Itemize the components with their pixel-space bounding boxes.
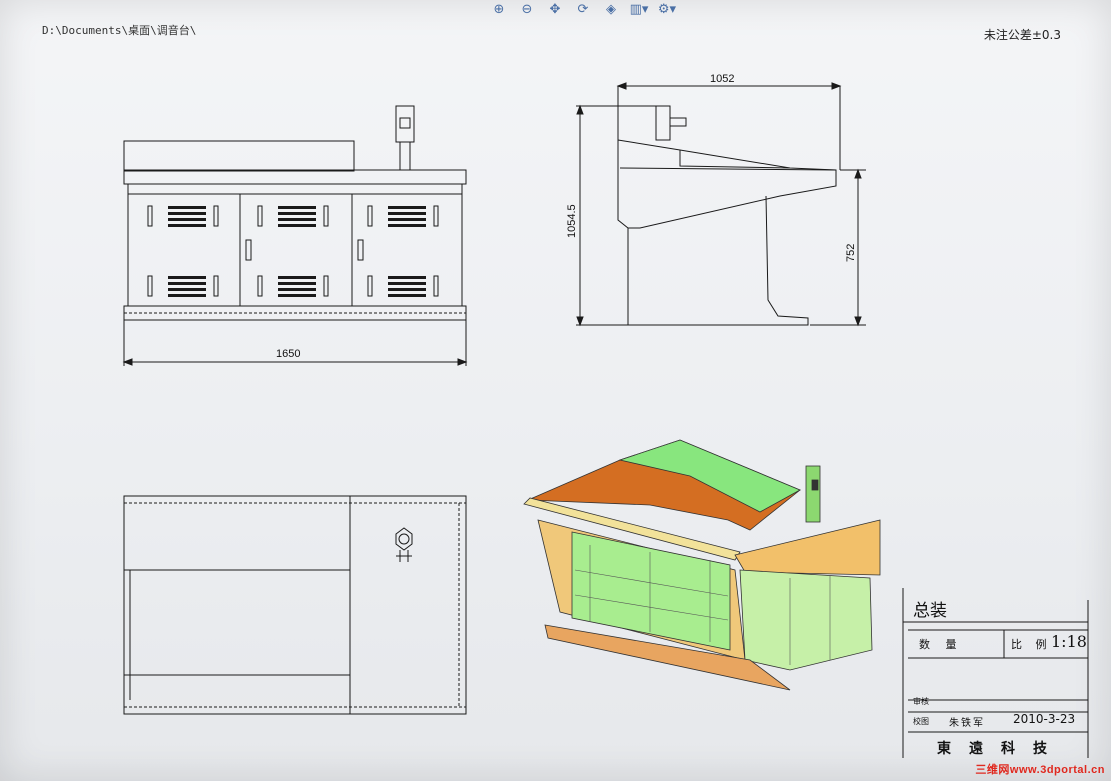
isometric-view <box>523 439 881 691</box>
dimension-front-width: 1650 <box>276 348 301 360</box>
company-name: 東遠科技 <box>937 741 1065 757</box>
drawing-title: 总装 <box>913 601 947 621</box>
drafter-name: 朱铁军 <box>949 718 985 729</box>
ratio-label: 比 例 <box>1011 638 1052 651</box>
top-view <box>123 495 467 715</box>
review-label: 审核 <box>913 697 929 706</box>
front-view <box>122 105 468 366</box>
title-block: 总装 数 量 比 例 1:18 审核 校图 朱铁军 2010-3-23 東遠科技 <box>903 588 1088 758</box>
drawing-date: 2010-3-23 <box>1013 712 1076 726</box>
check-label: 校图 <box>913 717 929 726</box>
dimension-table-height: 752 <box>845 243 857 262</box>
dimension-side-depth: 1052 <box>710 73 735 85</box>
quantity-label: 数 量 <box>919 638 963 651</box>
watermark: 三维网www.3dportal.cn <box>975 764 1105 776</box>
dimension-side-height: 1054.5 <box>566 204 578 238</box>
side-view <box>576 82 866 327</box>
scale-ratio: 1:18 <box>1051 632 1087 651</box>
